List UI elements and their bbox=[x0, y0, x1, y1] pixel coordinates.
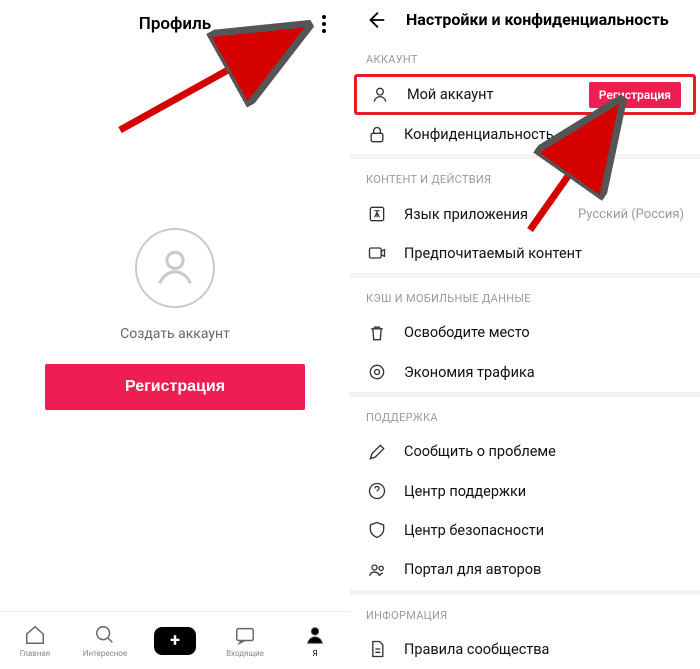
community-rules-label: Правила сообщества bbox=[404, 641, 684, 658]
help-center-label: Центр поддержки bbox=[404, 483, 684, 500]
row-free-space[interactable]: Освободите место bbox=[350, 313, 700, 352]
person-outline-icon bbox=[369, 84, 391, 106]
my-account-label: Мой аккаунт bbox=[407, 86, 573, 103]
row-report-problem[interactable]: Сообщить о проблеме bbox=[350, 432, 700, 471]
nav-me[interactable]: Я bbox=[280, 612, 350, 669]
report-problem-label: Сообщить о проблеме bbox=[404, 443, 684, 460]
profile-icon bbox=[303, 623, 327, 647]
create-account-label: Создать аккаунт bbox=[120, 326, 230, 342]
profile-screen: Профиль Создать аккаунт Регистрация Глав… bbox=[0, 0, 350, 669]
preferred-content-label: Предпочитаемый контент bbox=[404, 245, 684, 262]
row-creator-portal[interactable]: Портал для авторов bbox=[350, 550, 700, 589]
data-saver-label: Экономия трафика bbox=[404, 364, 684, 381]
settings-header: Настройки и конфиденциальность bbox=[350, 0, 700, 39]
inbox-icon bbox=[233, 623, 257, 647]
section-account: АККАУНТ bbox=[350, 39, 700, 74]
row-my-account[interactable]: Мой аккаунт Регистрация bbox=[354, 74, 696, 115]
nav-inbox[interactable]: Входящие bbox=[210, 612, 280, 669]
profile-body: Создать аккаунт Регистрация bbox=[0, 48, 350, 669]
settings-screen: Настройки и конфиденциальность АККАУНТ М… bbox=[350, 0, 700, 669]
profile-header: Профиль bbox=[0, 0, 350, 48]
section-info: ИНФОРМАЦИЯ bbox=[350, 595, 700, 630]
section-cache: КЭШ И МОБИЛЬНЫЕ ДАННЫЕ bbox=[350, 278, 700, 313]
section-content: КОНТЕНТ И ДЕЙСТВИЯ bbox=[350, 159, 700, 194]
back-button[interactable] bbox=[364, 8, 388, 32]
pencil-icon bbox=[366, 441, 388, 463]
section-support: ПОДДЕРЖКА bbox=[350, 397, 700, 432]
language-icon bbox=[366, 203, 388, 225]
shield-icon bbox=[366, 519, 388, 541]
plus-icon: + bbox=[154, 627, 196, 655]
register-badge[interactable]: Регистрация bbox=[589, 82, 681, 108]
arrow-left-icon bbox=[365, 9, 387, 31]
row-safety-center[interactable]: Центр безопасности bbox=[350, 511, 700, 550]
row-data-saver[interactable]: Экономия трафика bbox=[350, 353, 700, 392]
row-app-language[interactable]: Язык приложения Русский (Россия) bbox=[350, 194, 700, 233]
row-preferred-content[interactable]: Предпочитаемый контент bbox=[350, 234, 700, 273]
nav-discover-label: Интересное bbox=[83, 649, 127, 658]
profile-title: Профиль bbox=[139, 14, 211, 34]
app-language-value: Русский (Россия) bbox=[578, 207, 684, 222]
nav-home[interactable]: Главная bbox=[0, 612, 70, 669]
register-button[interactable]: Регистрация bbox=[45, 364, 305, 410]
settings-title: Настройки и конфиденциальность bbox=[406, 10, 669, 29]
home-icon bbox=[23, 623, 47, 647]
people-icon bbox=[366, 559, 388, 581]
creator-portal-label: Портал для авторов bbox=[404, 561, 684, 578]
video-icon bbox=[366, 242, 388, 264]
data-saver-icon bbox=[366, 361, 388, 383]
row-privacy[interactable]: Конфиденциальность bbox=[350, 115, 700, 154]
person-icon bbox=[152, 245, 198, 291]
nav-me-label: Я bbox=[312, 649, 317, 658]
nav-home-label: Главная bbox=[20, 649, 50, 658]
free-space-label: Освободите место bbox=[404, 324, 684, 341]
safety-center-label: Центр безопасности bbox=[404, 522, 684, 539]
document-icon bbox=[366, 638, 388, 660]
help-icon bbox=[366, 480, 388, 502]
nav-inbox-label: Входящие bbox=[226, 649, 264, 658]
bottom-nav: Главная Интересное + Входящие bbox=[0, 611, 350, 669]
privacy-label: Конфиденциальность bbox=[404, 126, 684, 143]
more-options-icon[interactable] bbox=[312, 12, 336, 36]
row-community-rules[interactable]: Правила сообщества bbox=[350, 630, 700, 669]
trash-icon bbox=[366, 322, 388, 344]
avatar-placeholder bbox=[135, 228, 215, 308]
nav-discover[interactable]: Интересное bbox=[70, 612, 140, 669]
search-icon bbox=[93, 623, 117, 647]
app-language-label: Язык приложения bbox=[404, 206, 562, 223]
row-help-center[interactable]: Центр поддержки bbox=[350, 471, 700, 510]
nav-create[interactable]: + bbox=[140, 612, 210, 669]
lock-icon bbox=[366, 124, 388, 146]
